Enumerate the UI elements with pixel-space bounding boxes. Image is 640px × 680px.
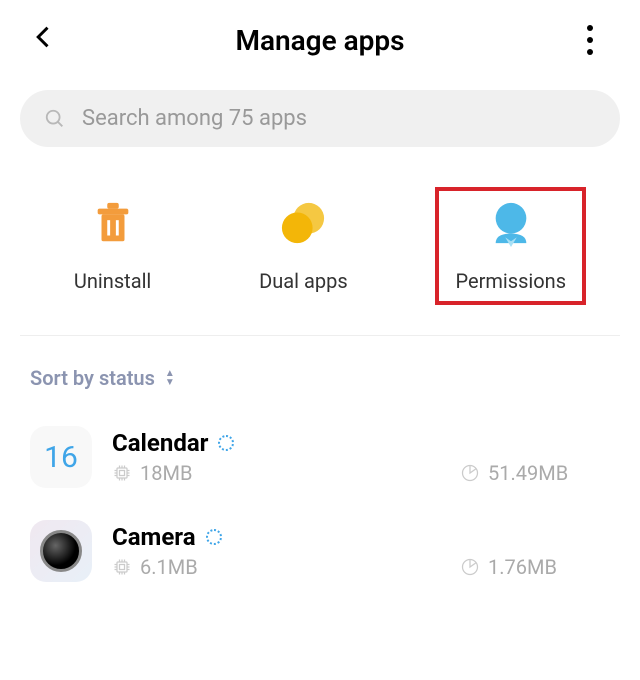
chip-icon: [112, 557, 132, 577]
action-label: Dual apps: [259, 269, 348, 293]
app-info: Camera 6.1MB: [112, 523, 610, 579]
storage-size: 51.49MB: [460, 461, 610, 485]
pie-icon: [460, 557, 480, 577]
app-row-camera[interactable]: Camera 6.1MB: [20, 504, 620, 598]
dot-icon: [587, 25, 593, 31]
lens-icon: [40, 530, 82, 572]
uninstall-action[interactable]: Uninstall: [54, 187, 171, 305]
storage-value: 51.49MB: [488, 461, 568, 485]
header: Manage apps: [0, 0, 640, 80]
app-size: 18MB: [112, 461, 192, 485]
actions-row: Uninstall Dual apps Permissions: [0, 157, 640, 335]
action-label: Uninstall: [74, 269, 151, 293]
sort-label: Sort by status: [30, 366, 155, 390]
dual-apps-action[interactable]: Dual apps: [239, 187, 368, 305]
dot-icon: [587, 49, 593, 55]
app-row-calendar[interactable]: 16 Calendar 18MB: [20, 410, 620, 504]
app-meta-row: 6.1MB 1.76MB: [112, 555, 610, 579]
trash-icon: [88, 199, 138, 249]
app-size: 6.1MB: [112, 555, 198, 579]
sort-arrows-icon: ▲▼: [165, 370, 175, 387]
search-input[interactable]: Search among 75 apps: [20, 90, 620, 147]
search-placeholder: Search among 75 apps: [82, 106, 307, 131]
app-name-row: Camera: [112, 523, 610, 551]
more-menu-button[interactable]: [570, 25, 610, 55]
chevron-left-icon: [30, 23, 58, 51]
app-size-value: 6.1MB: [140, 555, 198, 579]
dual-circles-icon: [278, 199, 328, 249]
app-list: 16 Calendar 18MB: [0, 410, 640, 598]
calendar-app-icon: 16: [30, 426, 92, 488]
app-size-value: 18MB: [140, 461, 192, 485]
loading-icon: [206, 529, 222, 545]
storage-value: 1.76MB: [488, 555, 557, 579]
app-name: Camera: [112, 523, 196, 551]
sort-button[interactable]: Sort by status ▲▼: [0, 336, 640, 410]
dot-icon: [587, 37, 593, 43]
camera-app-icon: [30, 520, 92, 582]
loading-icon: [218, 435, 234, 451]
search-icon: [44, 108, 66, 130]
app-info: Calendar 18MB: [112, 429, 610, 485]
app-name: Calendar: [112, 429, 208, 457]
person-icon: [486, 199, 536, 249]
app-name-row: Calendar: [112, 429, 610, 457]
pie-icon: [460, 463, 480, 483]
page-title: Manage apps: [70, 24, 570, 57]
chip-icon: [112, 463, 132, 483]
permissions-action[interactable]: Permissions: [435, 187, 586, 305]
storage-size: 1.76MB: [460, 555, 610, 579]
action-label: Permissions: [455, 269, 566, 293]
app-meta-row: 18MB 51.49MB: [112, 461, 610, 485]
back-button[interactable]: [30, 21, 70, 59]
